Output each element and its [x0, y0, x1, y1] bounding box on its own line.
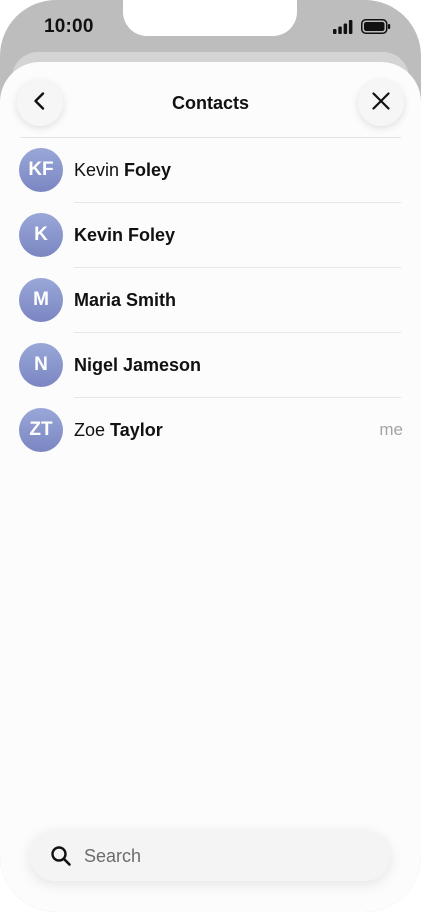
- contacts-sheet: Contacts KF Kevin Foley K Kevin Foley M …: [0, 62, 421, 912]
- contact-row-kevin-foley-2[interactable]: K Kevin Foley: [0, 203, 421, 268]
- avatar: N: [19, 343, 63, 387]
- close-icon: [370, 90, 392, 117]
- status-icons: [333, 19, 391, 39]
- contact-first-name: Kevin: [74, 160, 120, 180]
- battery-icon: [361, 19, 391, 39]
- contact-name: Kevin Foley: [74, 160, 171, 181]
- status-bar: 10:00: [0, 0, 421, 56]
- status-time: 10:00: [44, 16, 94, 37]
- avatar: K: [19, 213, 63, 257]
- me-badge: me: [379, 420, 403, 439]
- contacts-list: KF Kevin Foley K Kevin Foley M Maria Smi…: [0, 138, 421, 463]
- contact-last-name: Foley: [124, 160, 172, 180]
- contact-row-kevin-foley[interactable]: KF Kevin Foley: [0, 138, 421, 203]
- cellular-signal-icon: [333, 19, 353, 39]
- avatar: M: [19, 278, 63, 322]
- contact-last-name: Taylor: [110, 420, 163, 440]
- phone-frame: 10:00 Contacts KF Kevin Foley K Kevin Fo…: [0, 0, 421, 912]
- search-bar[interactable]: [30, 831, 390, 881]
- contact-row-maria-smith[interactable]: M Maria Smith: [0, 268, 421, 333]
- contact-row-zoe-taylor[interactable]: ZT Zoe Taylor me: [0, 398, 421, 463]
- contact-row-nigel-jameson[interactable]: N Nigel Jameson: [0, 333, 421, 398]
- contact-name: Zoe Taylor: [74, 420, 163, 441]
- contact-name: Nigel Jameson: [74, 355, 202, 375]
- search-input[interactable]: [82, 844, 366, 868]
- contact-name: Maria Smith: [74, 290, 177, 310]
- notch: [123, 0, 297, 36]
- contact-name: Kevin Foley: [74, 225, 176, 245]
- contact-first-name: Zoe: [74, 420, 106, 440]
- sheet-header: Contacts: [0, 62, 421, 138]
- avatar: KF: [19, 148, 63, 192]
- search-icon: [50, 845, 72, 867]
- close-button[interactable]: [358, 80, 404, 126]
- avatar: ZT: [19, 408, 63, 452]
